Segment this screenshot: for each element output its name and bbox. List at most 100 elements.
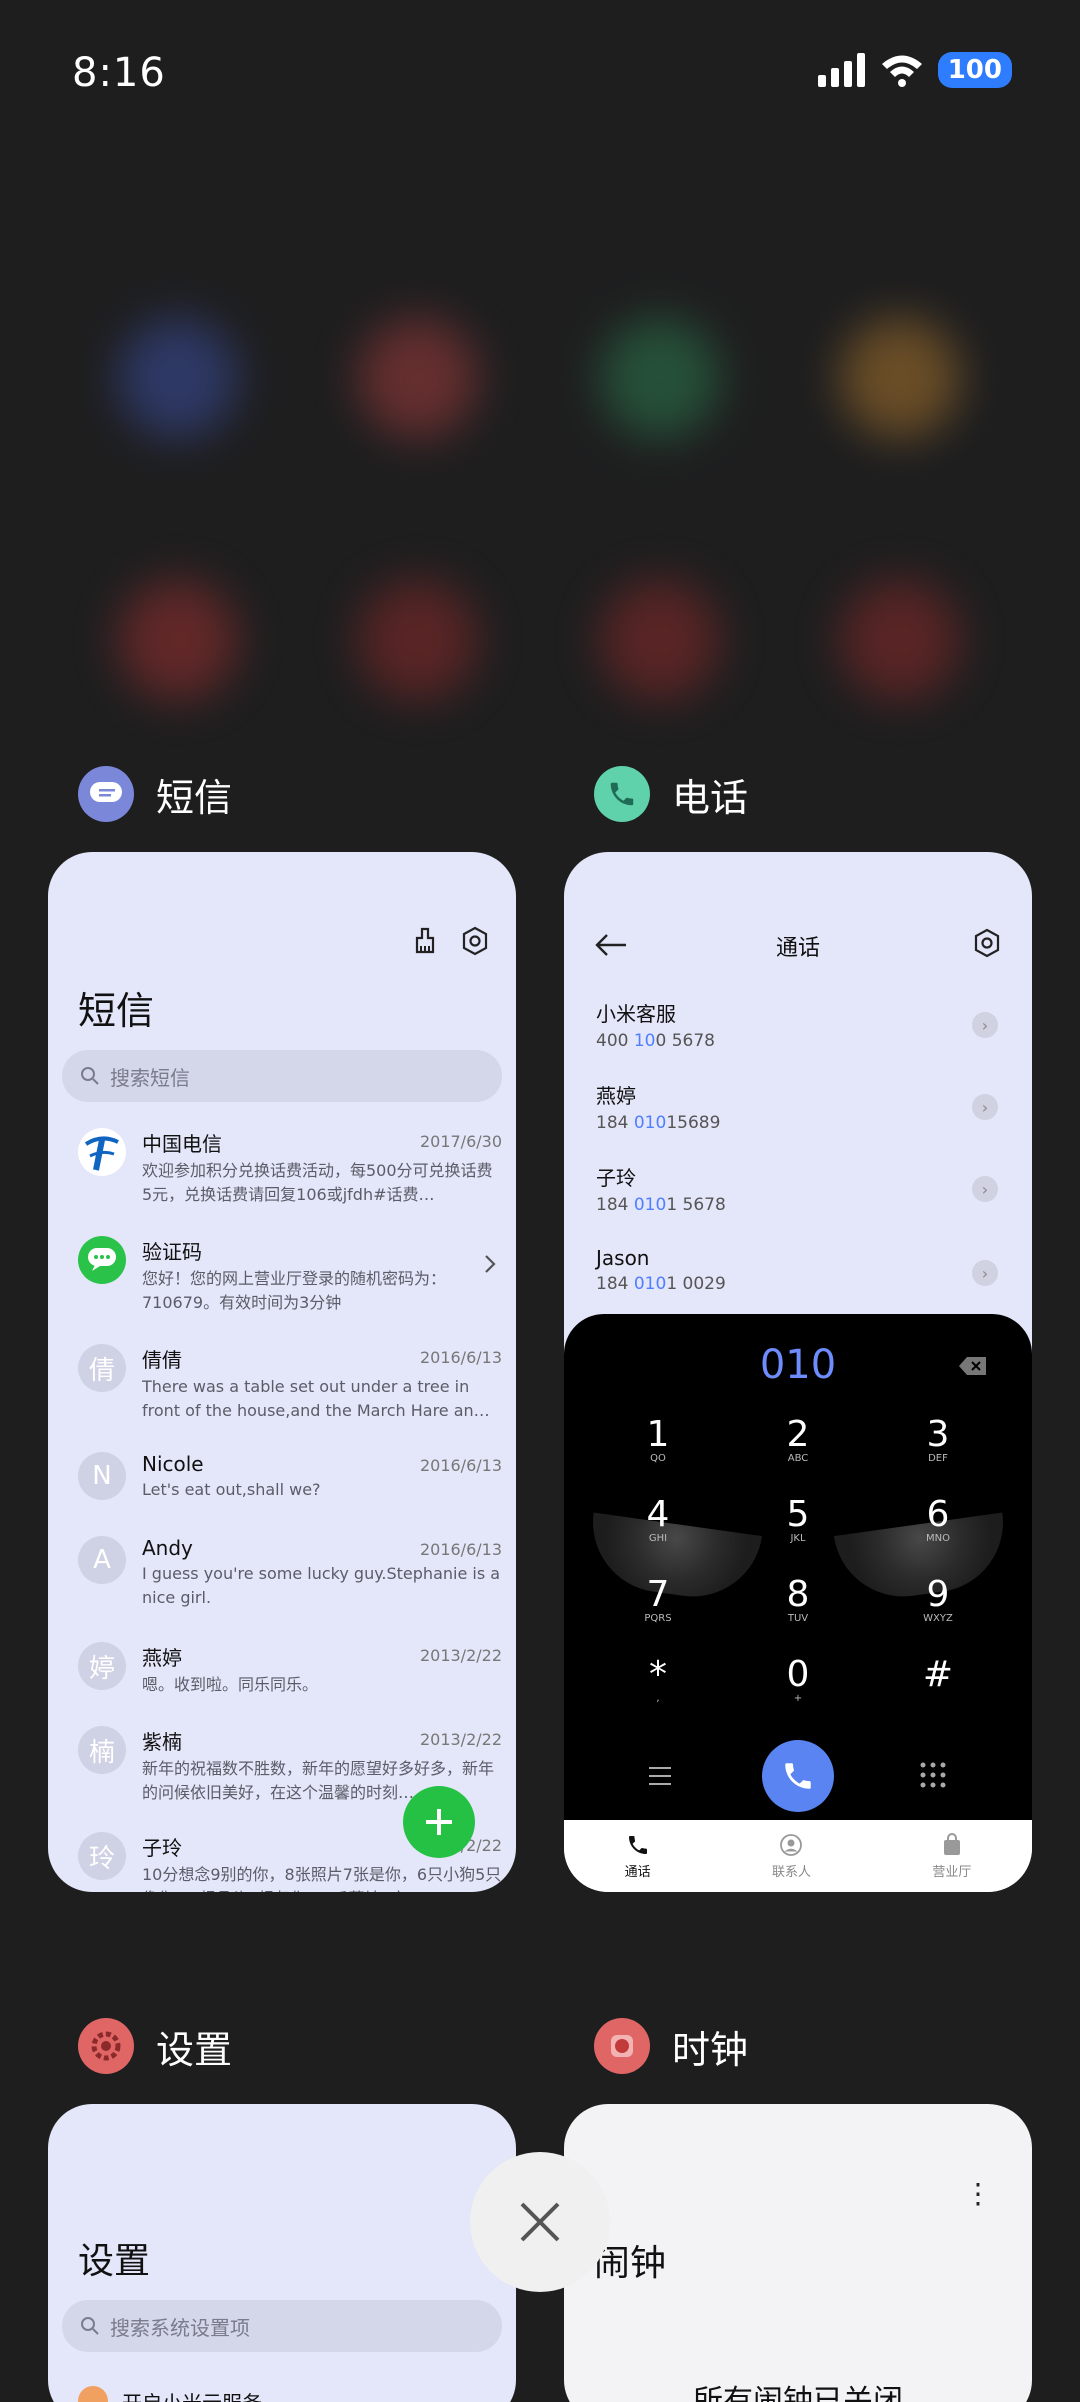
message-preview: There was a table set out under a tree i… [142,1377,490,1420]
more-options-icon[interactable]: ⋮ [964,2180,992,2208]
signal-icon [817,53,865,87]
contact-name: 小米客服 [596,1002,676,1026]
search-input[interactable]: 搜索系统设置项 [62,2300,502,2352]
phone-icon [628,1835,647,1854]
call-button[interactable] [762,1740,834,1812]
chevron-right-icon[interactable]: › [972,1260,998,1286]
chevron-right-icon[interactable]: › [972,1176,998,1202]
app-label-phone[interactable]: 电话 [594,766,748,822]
clean-brush-icon[interactable] [410,926,440,956]
settings-item-cloud[interactable]: 开启小米云服务 [78,2386,262,2402]
key-8[interactable]: 8 TUV [758,1574,838,1624]
new-message-button[interactable] [403,1786,475,1858]
recent-app-card-sms[interactable]: 短信 搜索短信 中国电信 2017/6/30 欢迎参加积分兑换话费活动，每500… [48,852,516,1892]
list-item[interactable]: A Andy 2016/6/13 I guess you're some luc… [78,1536,502,1616]
avatar: 楠 [78,1726,126,1774]
message-preview: 10分想念9别的你，8张照片7张是你，6只小狗5只像你，4根骨头3根归你，2瓜菁… [142,1865,502,1892]
chat-icon [78,1236,126,1284]
key-star[interactable]: *, [618,1654,698,1704]
tab-calls[interactable]: 通话 [625,1833,651,1880]
wifi-icon [881,55,922,87]
chevron-right-icon[interactable]: › [972,1012,998,1038]
contact-row[interactable]: 子玲 184 0101 5678 › [596,1162,1006,1215]
gear-icon [78,2018,134,2074]
page-title: 设置 [78,2241,151,2282]
sender-name: 验证码 [142,1240,202,1264]
list-item[interactable]: N Nicole 2016/6/13 Let's eat out,shall w… [78,1452,502,1512]
battery-indicator: 100 [937,52,1012,88]
search-icon [81,2317,99,2335]
search-placeholder: 搜索系统设置项 [110,2315,250,2340]
keypad-grid-icon[interactable] [920,1762,946,1788]
app-label-sms[interactable]: 短信 [78,766,232,822]
app-label-text: 时钟 [672,2027,749,2072]
key-5[interactable]: 5 JKL [758,1494,838,1544]
search-placeholder: 搜索短信 [110,1065,190,1090]
contact-name: 子玲 [596,1166,636,1190]
recent-app-card-settings[interactable]: 设置 搜索系统设置项 开启小米云服务 [48,2104,516,2402]
avatar: 婷 [78,1642,126,1690]
phone-icon [594,766,650,822]
recent-app-card-phone[interactable]: 通话 小米客服 400 100 5678 › 燕婷 184 01015689 ›… [564,852,1032,1892]
clock-icon [594,2018,650,2074]
avatar: A [78,1536,126,1584]
app-label-text: 设置 [156,2027,233,2072]
app-label-text: 电话 [672,775,749,820]
message-preview: Let's eat out,shall we? [142,1480,321,1499]
key-0[interactable]: 0 + [758,1654,838,1704]
settings-icon[interactable] [972,928,1002,958]
app-label-settings[interactable]: 设置 [78,2018,232,2074]
key-hash[interactable]: # [898,1654,978,1695]
key-1[interactable]: 1 QO [618,1414,698,1464]
search-icon [81,1067,99,1085]
chevron-right-icon[interactable]: › [972,1094,998,1120]
list-item[interactable]: 倩 倩倩 2016/6/13 There was a table set out… [78,1344,502,1424]
message-date: 2017/6/30 [419,1132,502,1151]
telecom-logo-icon [78,1128,126,1176]
key-2[interactable]: 2 ABC [758,1414,838,1464]
search-input[interactable]: 搜索短信 [62,1050,502,1102]
contact-row[interactable]: 小米客服 400 100 5678 › [596,998,1006,1051]
settings-icon[interactable] [460,926,490,956]
contact-row[interactable]: 燕婷 184 01015689 › [596,1080,1006,1133]
list-item[interactable]: 验证码 您好！您的网上营业厅登录的随机密码为：710679。有效时间为3分钟 [78,1236,498,1316]
cloud-icon [78,2386,108,2402]
key-7[interactable]: 7 PQRS [618,1574,698,1624]
list-item[interactable]: 中国电信 2017/6/30 欢迎参加积分兑换话费活动，每500分可兑换话费5元… [78,1128,502,1208]
contact-number: 184 0101 5678 [596,1195,726,1215]
tab-service-hall[interactable]: 营业厅 [932,1832,971,1880]
avatar: 玲 [78,1832,126,1880]
message-preview: 欢迎参加积分兑换话费活动，每500分可兑换话费5元，兑换话费请回复106或jfd… [142,1161,493,1204]
clock-time: 8:16 [72,50,166,96]
key-4[interactable]: 4 GHI [618,1494,698,1544]
chevron-right-icon [485,1255,496,1273]
page-title: 短信 [78,989,155,1033]
contact-row[interactable]: Jason 184 0101 0029 › [596,1246,1006,1294]
avatar: N [78,1452,126,1500]
message-date: 2016/6/13 [419,1348,502,1367]
clear-all-button[interactable] [470,2152,610,2292]
list-item[interactable]: 婷 燕婷 2013/2/22 嗯。收到啦。同乐同乐。 [78,1642,502,1702]
backspace-icon[interactable] [958,1356,988,1376]
message-bubble-icon [78,766,134,822]
key-3[interactable]: 3 DEF [898,1414,978,1464]
contact-number: 184 0101 0029 [596,1274,726,1294]
contact-number: 184 01015689 [596,1113,721,1133]
message-date: 2016/6/13 [419,1456,502,1475]
message-preview: I guess you're some lucky guy.Stephanie … [142,1564,501,1607]
menu-icon[interactable] [648,1766,672,1786]
message-date: 2013/2/22 [419,1730,502,1749]
tab-contacts[interactable]: 联系人 [772,1833,811,1880]
recent-app-card-clock[interactable]: ⋮ 闹钟 所有闹钟已关闭 [564,2104,1032,2402]
plus-icon [426,1809,452,1835]
bottom-tab-bar: 通话 联系人 营业厅 [564,1820,1032,1892]
app-label-clock[interactable]: 时钟 [594,2018,748,2074]
app-label-text: 短信 [156,775,233,820]
message-preview: 嗯。收到啦。同乐同乐。 [142,1675,319,1694]
key-6[interactable]: 6 MNO [898,1494,978,1544]
key-9[interactable]: 9 WXYZ [898,1574,978,1624]
phone-icon [785,1763,811,1789]
message-preview: 您好！您的网上营业厅登录的随机密码为：710679。有效时间为3分钟 [142,1269,447,1312]
dialpad: 010 1 QO 2 ABC 3 DEF 4 GHI 5 JKL 6 MNO 7 PQRS 8… [564,1314,1032,1820]
empty-state-text: 所有闹钟已关闭 [693,2384,903,2402]
